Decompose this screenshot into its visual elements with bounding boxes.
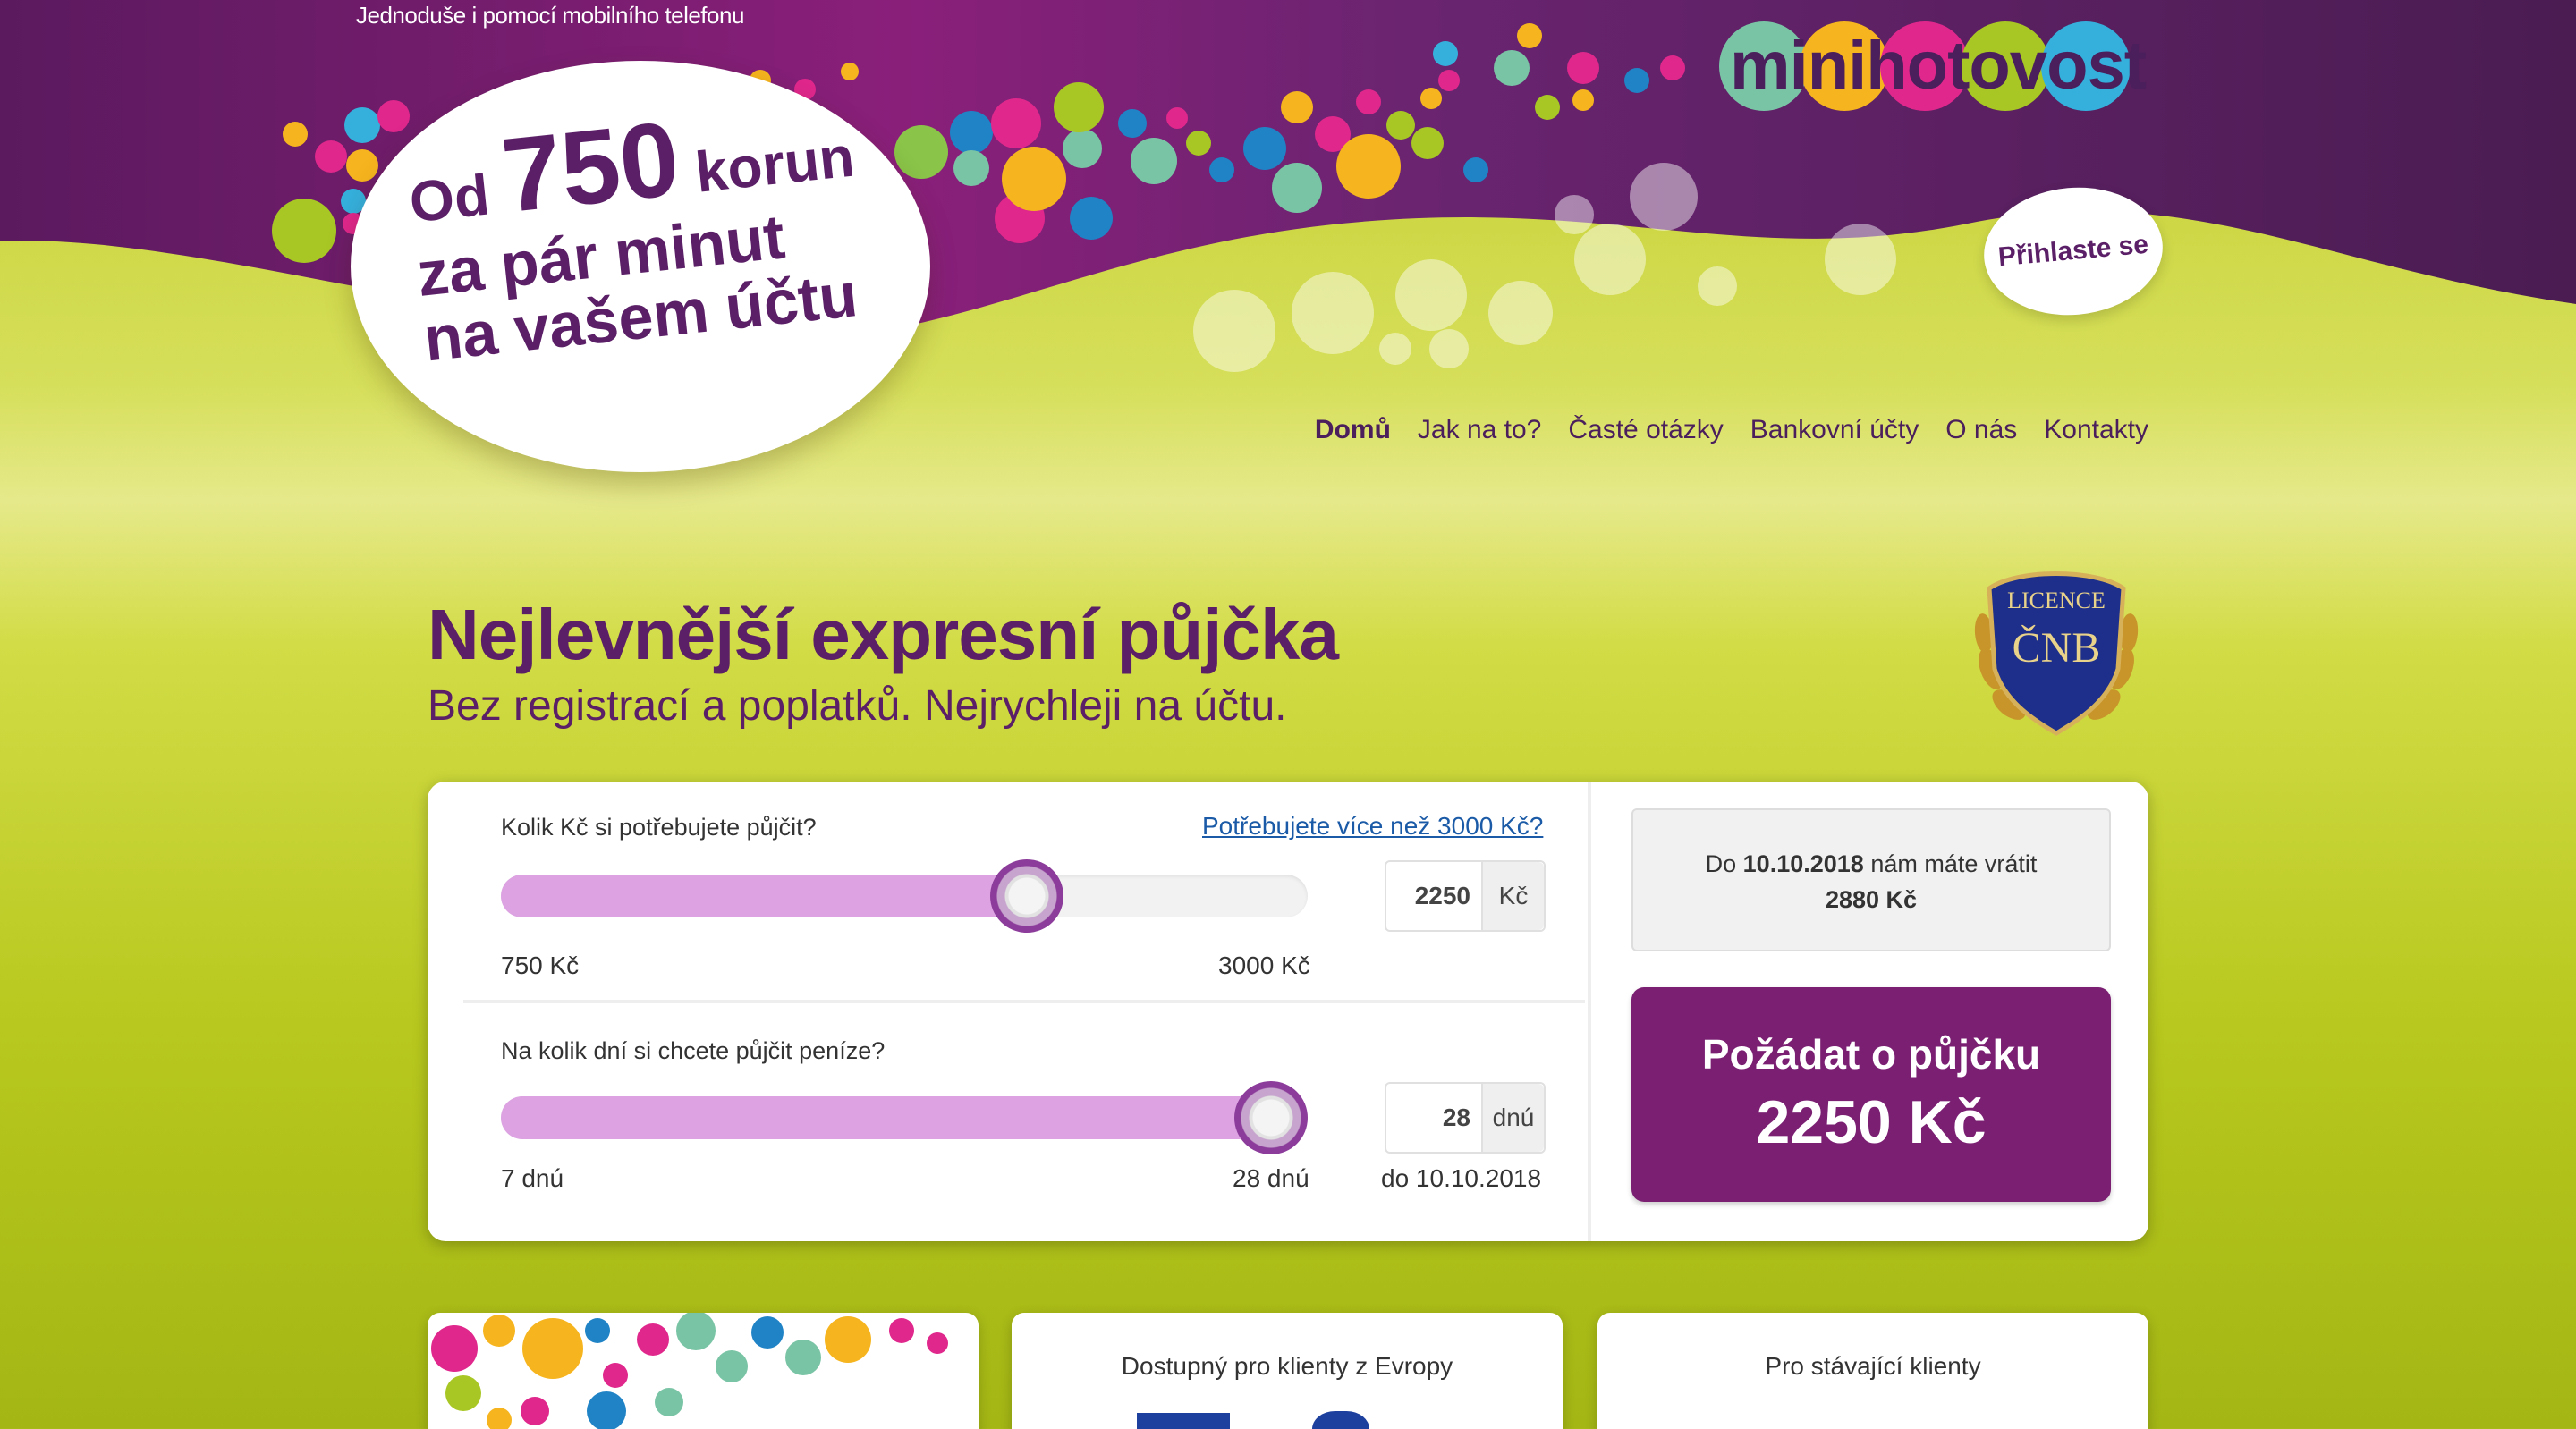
summary-mid: nám máte vrátit [1870, 850, 2038, 877]
calculator-divider [1588, 782, 1591, 1241]
more-than-3000-link[interactable]: Potřebujete více než 3000 Kč? [1202, 812, 1543, 841]
loan-calculator: Kolik Kč si potřebujete půjčit? Potřebuj… [428, 782, 2148, 1241]
amount-min-label: 750 Kč [501, 951, 580, 979]
summary-total: 2880 Kč [1825, 886, 1918, 913]
logo-text[interactable]: minihotovost [1730, 27, 2147, 105]
days-min-label: 7 dnú [501, 1164, 564, 1192]
card-europe-title: Dostupný pro klienty z Evropy [1121, 1352, 1453, 1380]
nav-item-jak-na-to[interactable]: Jak na to? [1418, 415, 1541, 445]
promo-suffix: korun [692, 123, 858, 205]
amount-max-label: 3000 Kč [1218, 951, 1310, 979]
summary-prefix: Do [1705, 850, 1737, 877]
nav-item-caste-otazky[interactable]: Časté otázky [1568, 415, 1723, 445]
amount-field[interactable]: 2250 Kč [1385, 860, 1546, 932]
summary-date: 10.10.2018 [1742, 850, 1864, 877]
amount-slider-fill [501, 875, 1036, 917]
days-slider-fill [501, 1096, 1280, 1139]
amount-question: Kolik Kč si potřebujete půjčit? [501, 814, 817, 841]
calculator-row-divider [463, 1000, 1585, 1003]
licence-badge-icon: LICENCE ČNB [1974, 571, 2139, 736]
card-existing-clients: Pro stávající klienty [1597, 1313, 2148, 1429]
request-loan-button[interactable]: Požádat o půjčku 2250 Kč [1631, 987, 2111, 1202]
amount-slider-track[interactable] [501, 875, 1308, 917]
main-nav: Domů Jak na to? Časté otázky Bankovní úč… [1315, 415, 2148, 445]
promo-prefix: Od [406, 162, 493, 235]
nav-item-domu[interactable]: Domů [1315, 415, 1391, 445]
card-europe: Dostupný pro klienty z Evropy [1012, 1313, 1563, 1429]
nav-item-bankovni-ucty[interactable]: Bankovní účty [1750, 415, 1919, 445]
days-unit: dnú [1481, 1084, 1544, 1152]
request-loan-label: Požádat o půjčku [1701, 1031, 2041, 1078]
promo-text: Od 750 korun za pár minut na vašem účtu [402, 80, 926, 375]
card-existing-clients-title: Pro stávající klienty [1765, 1352, 1981, 1380]
map-icon [1312, 1411, 1369, 1429]
badge-line1: LICENCE [2007, 588, 2106, 613]
repayment-summary: Do 10.10.2018 nám máte vrátit 2880 Kč [1631, 808, 2111, 951]
days-value[interactable]: 28 [1386, 1084, 1481, 1152]
amount-unit: Kč [1481, 862, 1544, 930]
badge-line2: ČNB [2012, 623, 2101, 672]
days-question: Na kolik dní si chcete půjčit peníze? [501, 1037, 886, 1064]
confetti-dots [431, 1313, 948, 1429]
days-field[interactable]: 28 dnú [1385, 1082, 1546, 1154]
due-date-label: do 10.10.2018 [1381, 1164, 1542, 1192]
page-title: Nejlevnější expresní půjčka [428, 595, 1339, 674]
eu-flag-icon [1137, 1413, 1230, 1429]
nav-item-kontakty[interactable]: Kontakty [2044, 415, 2148, 445]
amount-slider-handle[interactable] [989, 859, 1063, 933]
amount-value[interactable]: 2250 [1386, 862, 1481, 930]
days-slider-handle[interactable] [1234, 1081, 1308, 1154]
header-tagline: Jednoduše i pomocí mobilního telefonu [356, 2, 744, 29]
days-max-label: 28 dnú [1233, 1164, 1309, 1192]
nav-item-o-nas[interactable]: O nás [1945, 415, 2017, 445]
card-confetti [428, 1313, 979, 1429]
request-loan-amount: 2250 Kč [1756, 1088, 1987, 1156]
page-subtitle: Bez registrací a poplatků. Nejrychleji n… [428, 682, 1287, 730]
days-slider-track[interactable] [501, 1096, 1308, 1139]
